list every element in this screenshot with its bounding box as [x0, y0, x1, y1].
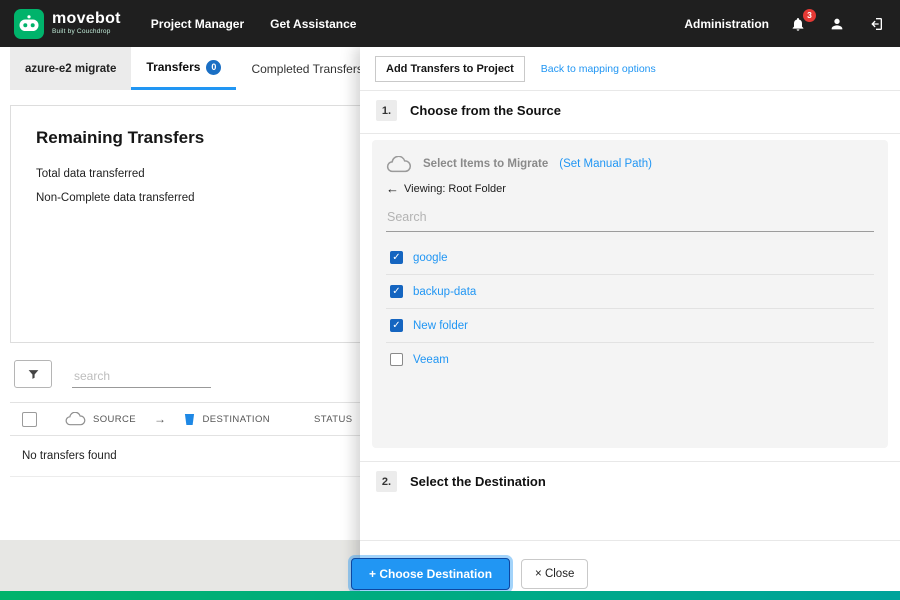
divider [360, 461, 900, 462]
notification-count-badge: 3 [803, 8, 816, 22]
top-navbar: movebot Built by Couchdrop Project Manag… [0, 0, 900, 47]
tab-project-azure-e2-migrate[interactable]: azure-e2 migrate [10, 47, 132, 90]
tab-transfers[interactable]: Transfers 0 [131, 47, 237, 90]
transfers-search-input[interactable] [72, 365, 211, 388]
step1-number-badge: 1. [376, 100, 397, 121]
destination-column-header: DESTINATION [202, 413, 271, 425]
source-item-row[interactable]: ✓ google [386, 241, 874, 275]
item-checkbox[interactable] [390, 353, 403, 366]
viewing-root-folder-breadcrumb[interactable]: ← Viewing: Root Folder [386, 181, 874, 196]
viewing-label: Viewing: Root Folder [404, 182, 506, 195]
panel-title: Add Transfers to Project [375, 56, 525, 82]
panel-footer: + Choose Destination × Close [351, 558, 589, 590]
bottom-brand-bar [0, 591, 900, 600]
destination-bucket-icon [184, 413, 195, 426]
select-items-label: Select Items to Migrate [423, 158, 549, 170]
logout-icon[interactable] [866, 14, 886, 34]
source-item-row[interactable]: ✓ backup-data [386, 275, 874, 309]
step1-header: 1. Choose from the Source [376, 100, 561, 121]
source-picker-card: Select Items to Migrate (Set Manual Path… [372, 140, 888, 448]
item-label[interactable]: Veeam [413, 354, 449, 366]
table-filter-row [14, 360, 211, 388]
item-checkbox[interactable]: ✓ [390, 285, 403, 298]
item-checkbox[interactable]: ✓ [390, 251, 403, 264]
item-label[interactable]: New folder [413, 320, 468, 332]
nav-link-get-assistance[interactable]: Get Assistance [270, 17, 356, 31]
step2-header: 2. Select the Destination [376, 471, 546, 492]
step1-title: Choose from the Source [410, 103, 561, 118]
source-item-row[interactable]: ✓ New folder [386, 309, 874, 343]
close-panel-button[interactable]: × Close [521, 559, 589, 589]
brand-logo[interactable]: movebot Built by Couchdrop [14, 8, 121, 39]
notifications-bell-icon[interactable]: 3 [788, 8, 816, 34]
nav-links: Project Manager Get Assistance [151, 17, 357, 31]
arrow-right-icon: → [154, 412, 167, 426]
navbar-right: Administration 3 [684, 8, 886, 34]
panel-header: Add Transfers to Project Back to mapping… [375, 56, 884, 82]
movebot-robot-icon [14, 8, 44, 39]
source-items-search-input[interactable] [386, 203, 874, 232]
divider [360, 540, 900, 541]
step2-number-badge: 2. [376, 471, 397, 492]
status-column-header: STATUS [314, 413, 353, 425]
source-column-header: SOURCE [93, 413, 137, 425]
transfers-count-badge: 0 [206, 59, 222, 75]
choose-destination-button[interactable]: + Choose Destination [351, 558, 511, 590]
divider [360, 133, 900, 134]
item-label[interactable]: google [413, 252, 448, 264]
tab-label: Completed Transfers [251, 61, 363, 76]
user-account-icon[interactable] [827, 14, 847, 34]
source-item-row[interactable]: Veeam [386, 343, 874, 376]
source-items-list: ✓ google ✓ backup-data ✓ New folder Veea… [386, 241, 874, 376]
set-manual-path-link[interactable]: (Set Manual Path) [559, 158, 652, 170]
tab-label: Transfers [146, 60, 201, 74]
back-to-mapping-options-link[interactable]: Back to mapping options [541, 63, 656, 75]
filter-button[interactable] [14, 360, 52, 388]
brand-subtitle: Built by Couchdrop [52, 28, 111, 36]
select-all-checkbox[interactable] [22, 411, 37, 427]
source-cloud-icon [65, 412, 86, 426]
add-transfers-panel: Add Transfers to Project Back to mapping… [351, 47, 900, 593]
page: movebot Built by Couchdrop Project Manag… [0, 0, 900, 600]
item-checkbox[interactable]: ✓ [390, 319, 403, 332]
cloud-icon [386, 155, 412, 173]
back-arrow-icon[interactable]: ← [386, 181, 399, 196]
funnel-icon [27, 368, 40, 381]
item-label[interactable]: backup-data [413, 286, 476, 298]
nav-link-project-manager[interactable]: Project Manager [151, 17, 244, 31]
divider [360, 90, 900, 91]
tab-label: azure-e2 migrate [25, 62, 117, 75]
nav-link-administration[interactable]: Administration [684, 17, 769, 31]
brand-name: movebot [52, 10, 121, 28]
step2-title: Select the Destination [410, 474, 546, 489]
source-picker-header: Select Items to Migrate (Set Manual Path… [386, 150, 874, 178]
